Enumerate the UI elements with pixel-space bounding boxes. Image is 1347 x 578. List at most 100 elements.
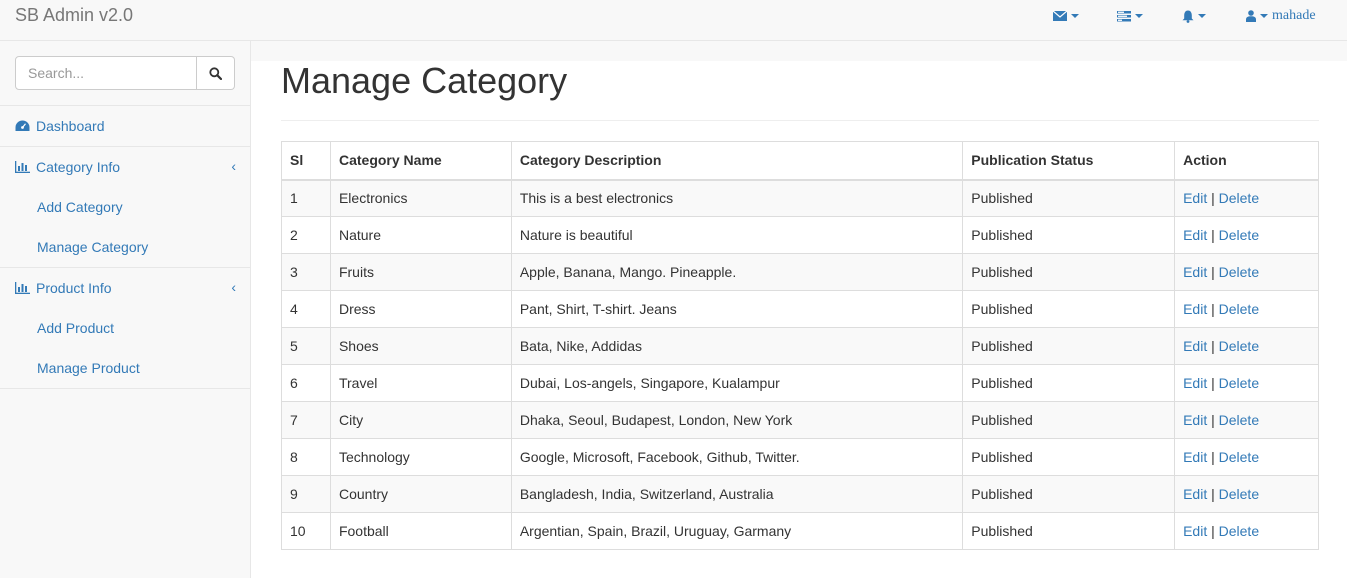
table-row: 1 Electronics This is a best electronics Pu…: [281, 179, 1319, 217]
delete-link[interactable]: Delete: [1219, 227, 1259, 243]
cell-sl: 2: [281, 216, 331, 254]
edit-link[interactable]: Edit: [1183, 227, 1207, 243]
delete-link[interactable]: Delete: [1219, 523, 1259, 539]
cell-category-name: Dress: [329, 290, 512, 328]
cell-publication-status: Published: [962, 364, 1176, 402]
page-title: Manage Category: [281, 60, 568, 101]
sidebar-item-label: Product Info: [36, 280, 112, 296]
cell-category-description: Pant, Shirt, T-shirt. Jeans: [510, 290, 964, 328]
cell-publication-status: Published: [962, 253, 1176, 291]
table-row: 7 City Dhaka, Seoul, Budapest, London, New…: [281, 401, 1319, 439]
edit-link[interactable]: Edit: [1183, 412, 1207, 428]
cell-sl: 4: [281, 290, 331, 328]
edit-link[interactable]: Edit: [1183, 190, 1207, 206]
edit-link[interactable]: Edit: [1183, 523, 1207, 539]
sidebar-item-dashboard[interactable]: Dashboard: [15, 116, 105, 136]
cell-action: Edit | Delete: [1174, 438, 1319, 476]
cell-category-description: Dhaka, Seoul, Budapest, London, New York: [510, 401, 964, 439]
delete-link[interactable]: Delete: [1219, 375, 1259, 391]
search-button[interactable]: [197, 56, 235, 90]
cell-action: Edit | Delete: [1174, 179, 1319, 217]
cell-action: Edit | Delete: [1174, 512, 1319, 550]
sidebar-divider: [0, 267, 250, 268]
brand-link[interactable]: SB Admin v2.0: [15, 5, 133, 25]
cell-action: Edit | Delete: [1174, 401, 1319, 439]
cell-sl: 7: [281, 401, 331, 439]
table-body: 1 Electronics This is a best electronics Pu…: [281, 179, 1319, 550]
chevron-down-icon: [1071, 14, 1079, 18]
cell-action: Edit | Delete: [1174, 475, 1319, 513]
cell-category-description: Dubai, Los-angels, Singapore, Kualampur: [510, 364, 964, 402]
top-navbar: SB Admin v2.0 mahade: [0, 0, 1347, 41]
cell-publication-status: Published: [962, 179, 1176, 217]
chevron-down-icon: [1135, 14, 1143, 18]
tasks-dropdown[interactable]: [1117, 8, 1143, 24]
table-row: 8 Technology Google, Microsoft, Facebook, …: [281, 438, 1319, 476]
delete-link[interactable]: Delete: [1219, 486, 1259, 502]
table-row: 2 Nature Nature is beautiful Published Edit …: [281, 216, 1319, 254]
search-input[interactable]: [15, 56, 197, 90]
action-separator: |: [1211, 338, 1215, 354]
edit-link[interactable]: Edit: [1183, 264, 1207, 280]
cell-sl: 5: [281, 327, 331, 365]
envelope-icon: [1053, 10, 1067, 21]
action-separator: |: [1211, 301, 1215, 317]
cell-sl: 10: [281, 512, 331, 550]
cell-category-name: City: [329, 401, 512, 439]
sidebar-item-product-info[interactable]: Product Info: [15, 278, 112, 298]
cell-publication-status: Published: [962, 216, 1176, 254]
sidebar-item-manage-product[interactable]: Manage Product: [37, 358, 140, 378]
column-header-category-description: Category Description: [510, 141, 964, 181]
chevron-left-icon[interactable]: ‹: [231, 280, 236, 294]
cell-publication-status: Published: [962, 401, 1176, 439]
page-wrapper: Manage Category Sl Category Name Categor…: [251, 61, 1347, 578]
delete-link[interactable]: Delete: [1219, 264, 1259, 280]
category-table: Sl Category Name Category Description Pu…: [281, 141, 1319, 550]
cell-action: Edit | Delete: [1174, 253, 1319, 291]
cell-publication-status: Published: [962, 438, 1176, 476]
cell-sl: 8: [281, 438, 331, 476]
table-row: 4 Dress Pant, Shirt, T-shirt. Jeans Publish…: [281, 290, 1319, 328]
sidebar-divider: [0, 105, 250, 106]
table-row: 10 Football Argentian, Spain, Brazil, Urug…: [281, 512, 1319, 550]
delete-link[interactable]: Delete: [1219, 190, 1259, 206]
sidebar: Dashboard Category Info ‹ Add Category M…: [0, 41, 251, 578]
dashboard-icon: [15, 120, 30, 131]
edit-link[interactable]: Edit: [1183, 375, 1207, 391]
column-header-sl: Sl: [281, 141, 331, 181]
alerts-dropdown[interactable]: [1182, 8, 1206, 24]
bar-chart-icon: [15, 282, 30, 294]
table-row: 6 Travel Dubai, Los-angels, Singapore, Kua…: [281, 364, 1319, 402]
sidebar-item-category-info[interactable]: Category Info: [15, 157, 120, 177]
edit-link[interactable]: Edit: [1183, 338, 1207, 354]
cell-category-description: Apple, Banana, Mango. Pineapple.: [510, 253, 964, 291]
cell-sl: 9: [281, 475, 331, 513]
cell-category-name: Fruits: [329, 253, 512, 291]
action-separator: |: [1211, 264, 1215, 280]
cell-category-description: Argentian, Spain, Brazil, Uruguay, Garma…: [510, 512, 964, 550]
action-separator: |: [1211, 412, 1215, 428]
sidebar-item-add-category[interactable]: Add Category: [37, 197, 123, 217]
sidebar-search: [15, 56, 235, 90]
cell-publication-status: Published: [962, 475, 1176, 513]
edit-link[interactable]: Edit: [1183, 449, 1207, 465]
sidebar-item-add-product[interactable]: Add Product: [37, 318, 114, 338]
column-header-publication-status: Publication Status: [962, 141, 1176, 181]
chevron-left-icon[interactable]: ‹: [231, 159, 236, 173]
cell-category-description: This is a best electronics: [510, 179, 964, 217]
user-dropdown[interactable]: mahade: [1246, 8, 1316, 24]
messages-dropdown[interactable]: [1053, 8, 1079, 24]
delete-link[interactable]: Delete: [1219, 412, 1259, 428]
search-icon: [209, 66, 222, 80]
bar-chart-icon: [15, 161, 30, 173]
tasks-icon: [1117, 11, 1131, 22]
column-header-category-name: Category Name: [329, 141, 512, 181]
delete-link[interactable]: Delete: [1219, 449, 1259, 465]
edit-link[interactable]: Edit: [1183, 301, 1207, 317]
edit-link[interactable]: Edit: [1183, 486, 1207, 502]
cell-action: Edit | Delete: [1174, 327, 1319, 365]
delete-link[interactable]: Delete: [1219, 301, 1259, 317]
sidebar-item-label: Dashboard: [36, 118, 105, 134]
delete-link[interactable]: Delete: [1219, 338, 1259, 354]
sidebar-item-manage-category[interactable]: Manage Category: [37, 237, 148, 257]
